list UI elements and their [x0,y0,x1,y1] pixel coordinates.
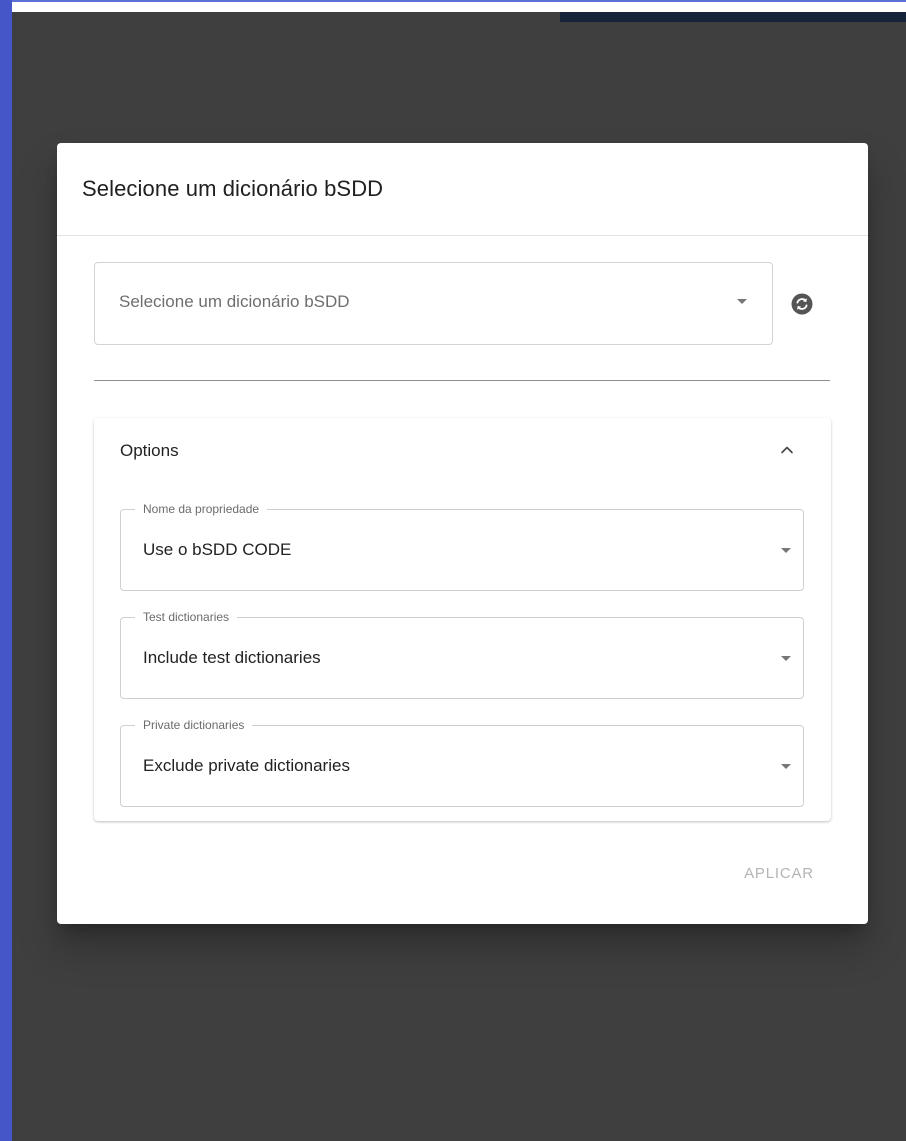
window-top-edge [0,0,906,12]
property-name-value: Use o bSDD CODE [143,540,292,559]
property-name-label: Nome da propriedade [135,501,268,517]
dictionary-select-placeholder: Selecione um dicionário bSDD [119,292,350,311]
chevron-up-icon [781,446,793,454]
options-title: Options [120,441,179,460]
apply-button[interactable]: APLICAR [729,855,829,891]
options-panel-header[interactable]: Options [94,418,831,482]
test-dictionaries-select[interactable]: Test dictionaries Include test dictionar… [120,609,804,699]
test-dictionaries-value: Include test dictionaries [143,648,321,667]
options-panel: Options Nome da propriedade Use o bSDD C… [94,418,831,821]
private-dictionaries-value: Exclude private dictionaries [143,756,350,775]
refresh-button[interactable] [784,286,820,322]
window-left-edge [0,0,12,1141]
private-dictionaries-select[interactable]: Private dictionaries Exclude private dic… [120,717,804,807]
test-dictionaries-label: Test dictionaries [135,609,238,625]
caret-down-icon [781,764,791,769]
backdrop-top-strip [560,12,906,22]
property-name-select[interactable]: Nome da propriedade Use o bSDD CODE [120,501,804,591]
divider-line [94,380,830,381]
caret-down-icon [781,548,791,553]
caret-down-icon [737,299,747,304]
dictionary-dialog: Selecione um dicionário bSDD Selecione u… [57,143,868,924]
caret-down-icon [781,656,791,661]
dialog-header: Selecione um dicionário bSDD [57,143,868,236]
private-dictionaries-label: Private dictionaries [135,717,253,733]
dictionary-select[interactable]: Selecione um dicionário bSDD [94,262,773,345]
dialog-title: Selecione um dicionário bSDD [82,176,384,201]
refresh-icon [791,293,813,315]
